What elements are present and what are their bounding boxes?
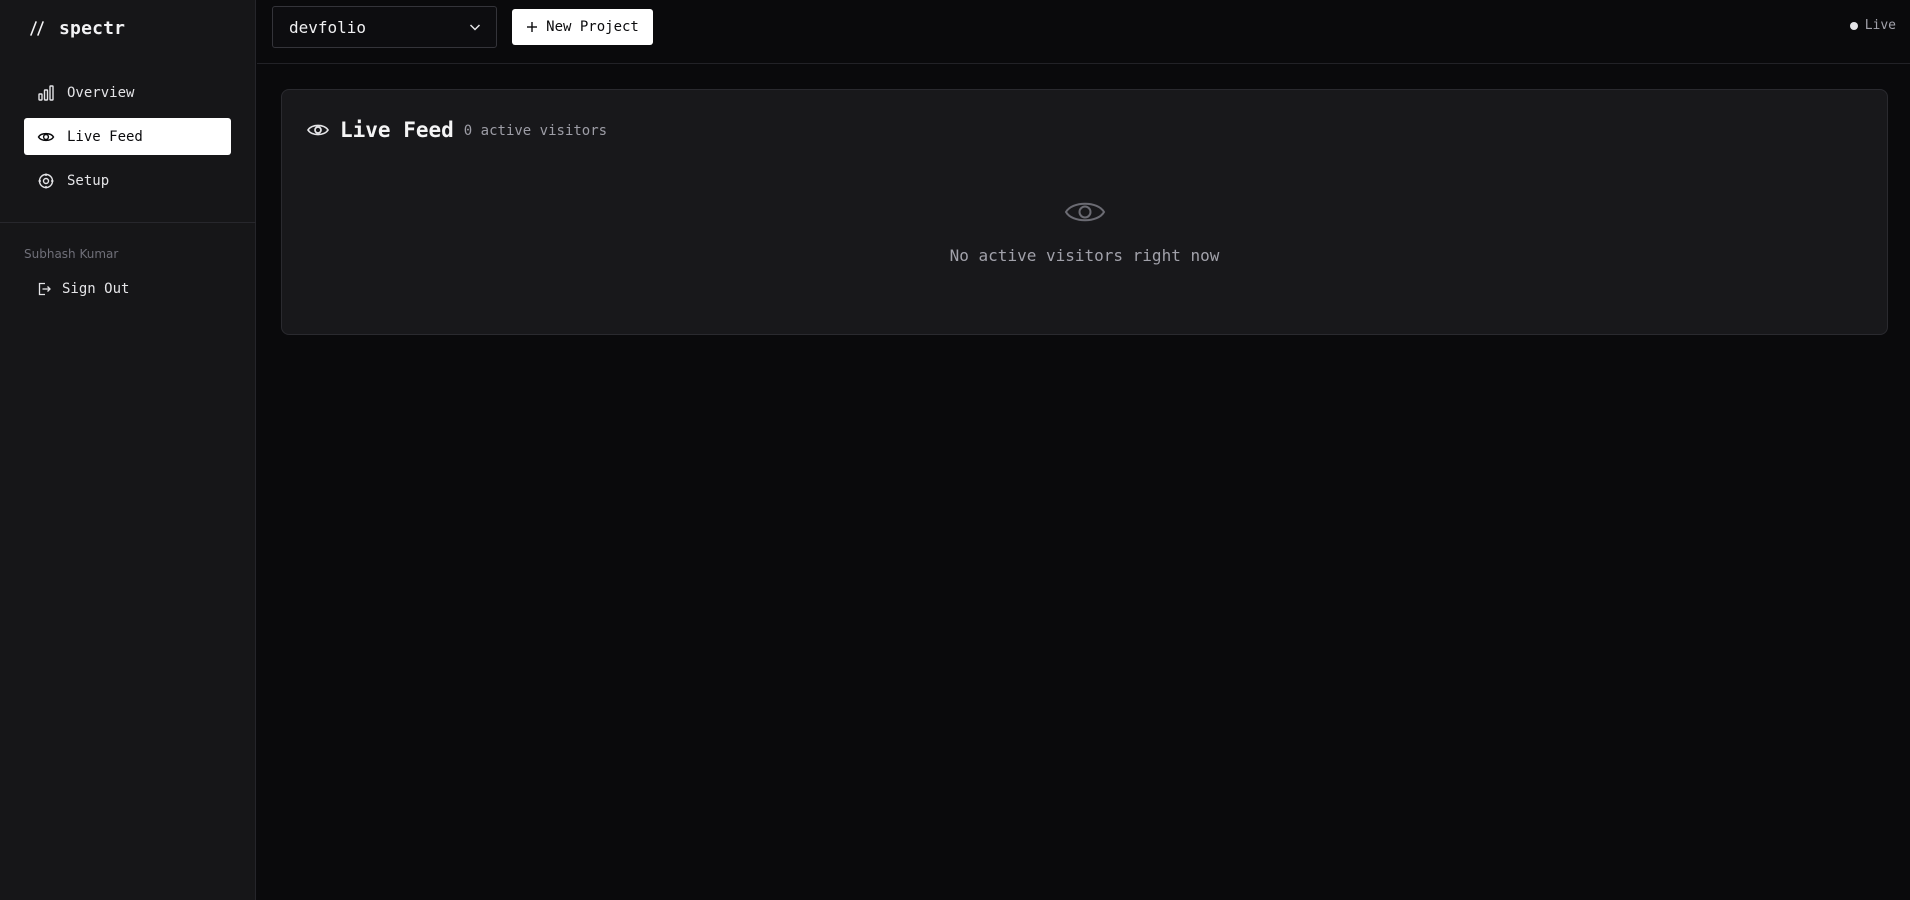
logo-icon — [30, 21, 44, 36]
eye-icon — [37, 128, 55, 146]
sign-out-button[interactable]: Sign Out — [36, 279, 129, 299]
live-dot-icon — [1849, 21, 1858, 30]
sign-out-icon — [38, 282, 51, 296]
sidebar-divider — [0, 222, 256, 223]
live-status: Live — [1849, 18, 1896, 33]
live-feed-card: Live Feed 0 active visitors No active vi… — [281, 89, 1888, 335]
sidebar-item-overview[interactable]: Overview — [24, 74, 231, 111]
card-header: Live Feed 0 active visitors — [306, 116, 607, 144]
sidebar-item-setup[interactable]: Setup — [24, 162, 231, 199]
topbar: devfolio New Project Live — [257, 0, 1910, 64]
sign-out-label: Sign Out — [62, 281, 130, 297]
sidebar-item-live-feed[interactable]: Live Feed — [24, 118, 231, 155]
active-visitor-count: 0 active visitors — [463, 123, 608, 139]
sidebar-nav: Overview Live Feed Setup — [24, 74, 231, 206]
bar-chart-icon — [37, 84, 55, 102]
brand[interactable]: spectr — [29, 16, 125, 40]
sidebar-item-label: Setup — [67, 172, 110, 189]
project-select-value: devfolio — [289, 17, 367, 37]
eye-icon — [1064, 202, 1105, 222]
new-project-label: New Project — [546, 19, 639, 35]
empty-state: No active visitors right now — [282, 194, 1887, 265]
empty-state-message: No active visitors right now — [949, 246, 1220, 265]
brand-name: spectr — [59, 17, 126, 39]
card-title: Live Feed — [340, 118, 454, 142]
sidebar: spectr Overview Live Feed Setup Subhash … — [0, 0, 256, 900]
chevron-down-icon — [469, 24, 481, 31]
plus-icon — [527, 22, 538, 32]
gear-icon — [37, 172, 55, 190]
project-select[interactable]: devfolio — [272, 6, 497, 48]
new-project-button[interactable]: New Project — [512, 9, 653, 45]
user-name: Subhash Kumar — [24, 247, 119, 261]
live-status-label: Live — [1864, 18, 1896, 33]
eye-icon — [307, 124, 329, 136]
sidebar-item-label: Live Feed — [67, 128, 143, 145]
sidebar-item-label: Overview — [67, 84, 135, 101]
